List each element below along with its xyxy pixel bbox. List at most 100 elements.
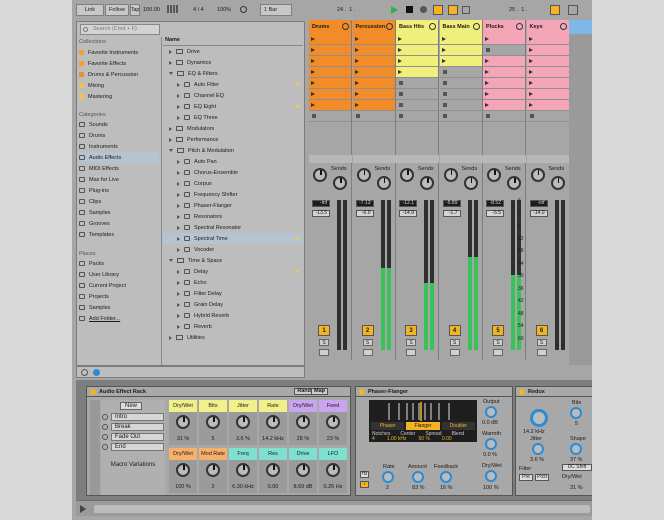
macro-control[interactable]: LFO 0.26 Hz bbox=[319, 448, 347, 493]
track-activator-button[interactable]: 1 bbox=[318, 325, 330, 336]
clip-slot[interactable] bbox=[396, 67, 438, 78]
folder-item[interactable]: EQ & Filters bbox=[163, 68, 303, 79]
hz-button[interactable]: Hz bbox=[360, 471, 369, 478]
device-item[interactable]: EQ Three bbox=[163, 112, 303, 123]
device-item[interactable]: Frequency Shifter bbox=[163, 189, 303, 200]
device-item[interactable]: Reverb bbox=[163, 321, 303, 332]
macro-control[interactable]: Drive 8.69 dB bbox=[289, 448, 317, 493]
variation-launch-icon[interactable] bbox=[102, 444, 108, 450]
slot-stop-icon[interactable] bbox=[486, 114, 490, 118]
slot-stop-icon[interactable] bbox=[442, 103, 447, 107]
place-item[interactable]: Current Project bbox=[79, 280, 159, 291]
clip-play-icon[interactable] bbox=[528, 81, 533, 85]
record-icon[interactable] bbox=[420, 6, 427, 13]
clip-play-icon[interactable] bbox=[311, 92, 315, 96]
nudge-icon[interactable] bbox=[167, 5, 187, 15]
clip-play-icon[interactable] bbox=[354, 92, 359, 96]
device-item[interactable]: Vocoder bbox=[163, 244, 303, 255]
clip-play-icon[interactable] bbox=[354, 103, 359, 107]
clip[interactable] bbox=[309, 89, 351, 99]
disclosure-icon[interactable] bbox=[177, 247, 180, 252]
pre-button[interactable]: Pre bbox=[519, 474, 533, 481]
disclosure-icon[interactable] bbox=[169, 149, 173, 152]
macro-knob[interactable] bbox=[176, 415, 190, 429]
clip-slot[interactable] bbox=[483, 89, 525, 100]
disclosure-icon[interactable] bbox=[169, 60, 172, 65]
track-activator-button[interactable]: 5 bbox=[492, 325, 504, 336]
loop-start[interactable]: 25 . 1 . bbox=[509, 4, 527, 16]
folder-item[interactable]: Pitch & Modulation bbox=[163, 145, 303, 156]
disclosure-icon[interactable] bbox=[177, 115, 180, 120]
clip-slot[interactable] bbox=[396, 45, 438, 56]
collection-item[interactable]: Drums & Percussion bbox=[79, 69, 159, 80]
shape-knob[interactable] bbox=[570, 443, 582, 455]
variation-launch-icon[interactable] bbox=[102, 434, 108, 440]
clip-slot[interactable] bbox=[526, 45, 569, 56]
track-menu-icon[interactable] bbox=[342, 23, 349, 30]
clip[interactable] bbox=[352, 45, 395, 55]
slot-stop-icon[interactable] bbox=[529, 114, 534, 118]
collection-item[interactable]: Favorite Effects bbox=[79, 58, 159, 69]
send-b-knob[interactable] bbox=[550, 176, 565, 190]
track-activator-button[interactable]: 4 bbox=[448, 325, 461, 336]
track-header[interactable]: Bass Hits bbox=[396, 20, 438, 34]
solo-button[interactable]: S bbox=[319, 339, 329, 346]
clip[interactable] bbox=[526, 89, 569, 99]
sync-button[interactable]: ♪ bbox=[360, 481, 369, 488]
volume-field[interactable]: -7.13 bbox=[355, 200, 374, 207]
zoom-display[interactable]: 100% bbox=[217, 4, 231, 16]
clip-slot[interactable] bbox=[352, 89, 395, 100]
clip-play-icon[interactable] bbox=[485, 70, 489, 74]
info-icon[interactable] bbox=[81, 369, 88, 376]
clip-play-icon[interactable] bbox=[398, 37, 402, 41]
track-activator-button[interactable]: 3 bbox=[405, 325, 417, 336]
folder-item[interactable]: Utilities bbox=[163, 332, 303, 343]
jitter-knob[interactable] bbox=[532, 443, 544, 455]
clip[interactable] bbox=[396, 56, 438, 66]
collection-item[interactable]: Favorite Instruments bbox=[79, 47, 159, 58]
tempo-field[interactable]: 100.00 bbox=[143, 4, 160, 16]
clip-slot[interactable] bbox=[396, 89, 438, 100]
category-item[interactable]: MIDI Effects bbox=[79, 163, 159, 174]
clip[interactable] bbox=[352, 100, 395, 110]
arm-button[interactable] bbox=[493, 349, 503, 356]
notches-value[interactable]: 4 bbox=[372, 436, 375, 442]
clip-play-icon[interactable] bbox=[485, 59, 489, 63]
folder-item[interactable]: Time & Space bbox=[163, 255, 303, 266]
macro-knob[interactable] bbox=[296, 463, 310, 477]
expand-icon[interactable] bbox=[80, 505, 86, 513]
slot-stop-icon[interactable] bbox=[399, 81, 403, 85]
variation-launch-icon[interactable] bbox=[102, 414, 108, 420]
clip-play-icon[interactable] bbox=[398, 59, 402, 63]
track-menu-icon[interactable] bbox=[429, 23, 436, 30]
slot-stop-icon[interactable] bbox=[399, 114, 403, 118]
variation-name[interactable]: Break bbox=[111, 423, 164, 431]
clip-slot[interactable] bbox=[309, 34, 351, 45]
clip[interactable] bbox=[352, 56, 395, 66]
clip[interactable] bbox=[483, 67, 525, 77]
folder-item[interactable]: Performance bbox=[163, 134, 303, 145]
clip[interactable] bbox=[309, 67, 351, 77]
category-item[interactable]: Drums bbox=[79, 130, 159, 141]
stop-icon[interactable] bbox=[406, 6, 413, 13]
clip-play-icon[interactable] bbox=[311, 70, 315, 74]
disclosure-icon[interactable] bbox=[177, 170, 180, 175]
disclosure-icon[interactable] bbox=[177, 104, 180, 109]
arm-button[interactable] bbox=[449, 349, 460, 356]
device-on-icon[interactable] bbox=[359, 388, 365, 395]
center-value[interactable]: 1.00 kHz bbox=[387, 436, 407, 442]
clip-slot[interactable] bbox=[396, 100, 438, 111]
clip-slot[interactable] bbox=[309, 45, 351, 56]
macro-knob[interactable] bbox=[266, 415, 280, 429]
solo-button[interactable]: S bbox=[362, 339, 373, 346]
clip-play-icon[interactable] bbox=[354, 81, 359, 85]
clip[interactable] bbox=[309, 78, 351, 88]
arm-button[interactable] bbox=[406, 349, 416, 356]
preview-icon[interactable] bbox=[93, 369, 100, 376]
clip-play-icon[interactable] bbox=[441, 48, 446, 52]
clip-slot[interactable] bbox=[439, 34, 482, 45]
device-item[interactable]: Spectral Resonator bbox=[163, 222, 303, 233]
output-knob[interactable] bbox=[485, 406, 497, 418]
send-b-knob[interactable] bbox=[333, 176, 347, 190]
overdub-icon[interactable] bbox=[433, 5, 443, 15]
